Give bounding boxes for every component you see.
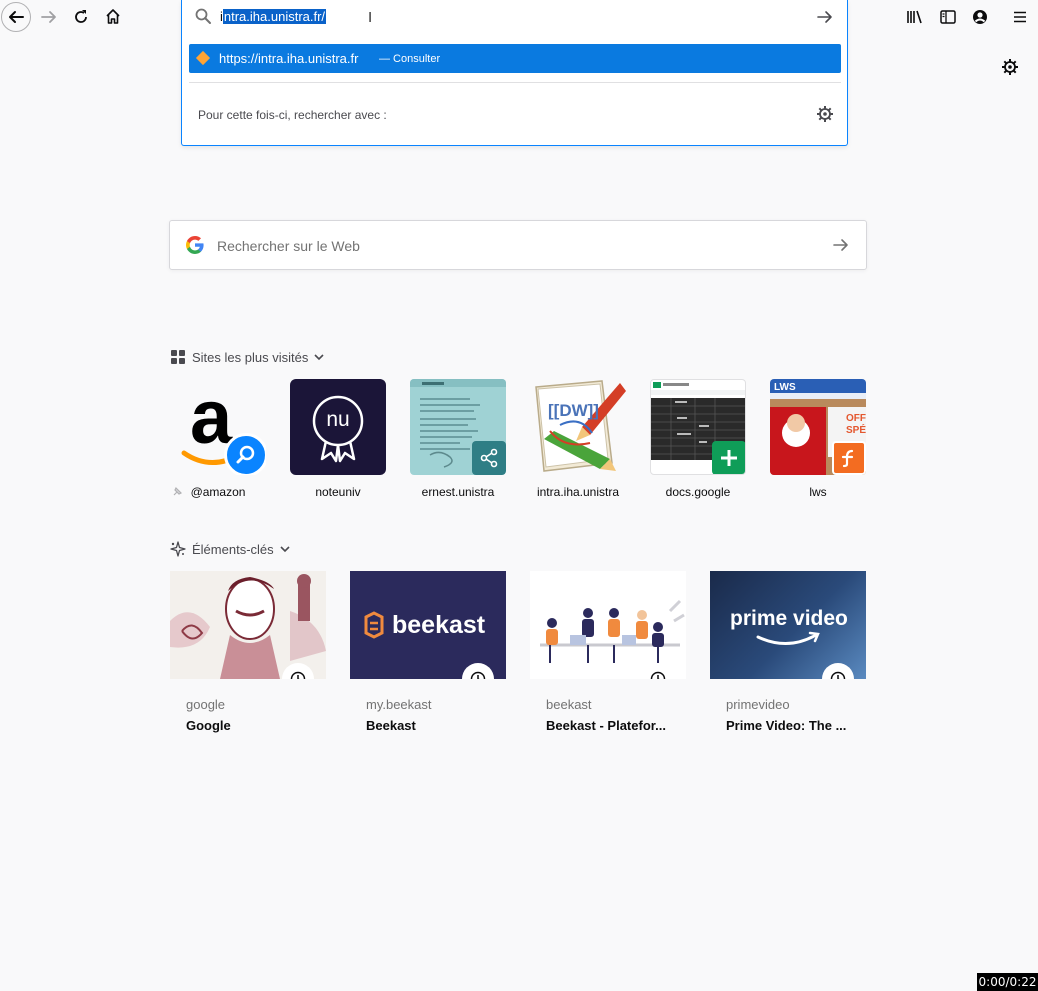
ernest-tile: [410, 379, 506, 475]
prime-video-logo-image: prime video: [710, 571, 866, 679]
card-host: primevideo: [726, 697, 790, 712]
top-site-label: lws: [809, 485, 827, 499]
urlbar-dropdown: intra.iha.unistra.fr/ I https://intra.ih…: [181, 0, 848, 146]
highlight-card-google[interactable]: google Google: [170, 571, 326, 733]
library-button[interactable]: [900, 2, 930, 32]
noteuniv-logo-text: nu: [326, 408, 350, 431]
card-title: Beekast: [366, 718, 416, 733]
highlights-heading[interactable]: Éléments-clés: [170, 540, 290, 558]
ernest-favicon-badge: [472, 441, 506, 475]
dokuwiki-logo-text: [[DW]]: [548, 401, 599, 420]
card-host: my.beekast: [366, 697, 432, 712]
google-doodle-image: [170, 571, 326, 679]
url-selected-text: ntra.iha.unistra.fr/: [222, 9, 327, 24]
site-favicon-icon: [195, 50, 211, 66]
card-title: Prime Video: The ...: [726, 718, 847, 733]
card-title: Google: [186, 718, 231, 733]
reload-button[interactable]: [66, 2, 96, 32]
search-icon: [195, 8, 211, 24]
google-logo-icon: [186, 236, 204, 254]
team-meeting-illustration: [530, 571, 686, 679]
one-off-search-label: Pour cette fois-ci, rechercher avec :: [198, 108, 387, 122]
reload-icon: [75, 10, 87, 23]
chevron-down-icon: [280, 546, 290, 553]
highlight-card-beekast[interactable]: beekast Beekast - Platefor...: [530, 571, 686, 733]
library-icon: [907, 10, 922, 24]
text-cursor-icon: I: [368, 9, 373, 26]
top-sites-heading[interactable]: Sites les plus visités: [170, 348, 324, 366]
top-site-label: noteuniv: [315, 485, 361, 499]
suggestion-url: https://intra.iha.unistra.fr: [219, 51, 359, 66]
chevron-down-icon: [314, 354, 324, 361]
sidebar-icon: [940, 10, 956, 24]
highlight-card-primevideo[interactable]: prime video primevideo Prime Video: The …: [710, 571, 866, 733]
top-site-amazon[interactable]: a @amazon: [170, 379, 266, 499]
web-search-box[interactable]: Rechercher sur le Web: [169, 220, 867, 270]
lws-promo-text: OFFR SPÉC: [846, 413, 866, 436]
top-site-label: intra.iha.unistra: [536, 485, 620, 499]
account-button[interactable]: [965, 2, 995, 32]
forward-button[interactable]: [34, 2, 64, 32]
card-host: google: [186, 697, 226, 712]
search-icon: [236, 445, 255, 464]
go-arrow-icon[interactable]: [816, 8, 834, 26]
beekast-logo-image: beekast: [350, 571, 506, 679]
hamburger-menu-icon: [1014, 11, 1026, 23]
top-site-intra-iha-unistra[interactable]: [[DW]] intra.iha.unistra: [530, 379, 626, 499]
lws-favicon-badge: [832, 441, 866, 475]
share-nodes-icon: [480, 448, 498, 468]
back-arrow-icon: [9, 11, 24, 23]
sheets-favicon-badge: [712, 441, 745, 474]
sparkle-icon: [170, 541, 186, 557]
top-site-label: ernest.unistra: [421, 485, 495, 499]
top-site-lws[interactable]: LWS OFFR SPÉC lws: [770, 379, 866, 499]
amazon-tile: a: [170, 379, 266, 475]
divider: [189, 82, 841, 83]
highlights-title: Éléments-clés: [192, 541, 274, 557]
svg-text:LWS: LWS: [774, 382, 796, 393]
top-site-ernest-unistra[interactable]: ernest.unistra: [410, 379, 506, 499]
top-site-docs-google[interactable]: docs.google: [650, 379, 746, 499]
card-title: Beekast - Platefor...: [546, 718, 666, 733]
top-sites-title: Sites les plus visités: [192, 349, 309, 365]
account-icon: [973, 10, 987, 24]
forward-arrow-icon: [41, 11, 56, 23]
search-shortcut-badge: [224, 433, 266, 475]
grid-icon: [170, 349, 186, 365]
top-site-label: docs.google: [665, 485, 731, 499]
back-button[interactable]: [1, 2, 31, 32]
video-timer: 0:00/0:22: [977, 973, 1038, 991]
page-settings-gear-icon[interactable]: [1001, 58, 1019, 76]
pin-icon: [173, 487, 182, 496]
lws-logo-icon: [841, 449, 854, 468]
url-input[interactable]: intra.iha.unistra.fr/ I: [182, 0, 847, 34]
sidebar-button[interactable]: [933, 2, 963, 32]
highlight-card-my-beekast[interactable]: beekast my.beekast Beekast: [350, 571, 506, 733]
home-icon: [106, 9, 120, 24]
menu-button[interactable]: [1005, 2, 1035, 32]
noteuniv-tile: nu: [290, 379, 386, 475]
top-site-label: @amazon: [190, 485, 246, 499]
url-suggestion[interactable]: https://intra.iha.unistra.fr — Consulter: [189, 44, 841, 73]
dokuwiki-tile: [[DW]]: [530, 379, 626, 475]
card-host: beekast: [546, 697, 592, 712]
top-site-noteuniv[interactable]: nu noteuniv: [290, 379, 386, 499]
suggestion-action: — Consulter: [379, 53, 441, 65]
url-text[interactable]: intra.iha.unistra.fr/: [220, 9, 327, 24]
plus-icon: [721, 450, 737, 466]
lws-tile: LWS OFFR SPÉC: [770, 379, 866, 475]
home-button[interactable]: [98, 2, 128, 32]
search-submit-arrow-icon[interactable]: [832, 236, 850, 254]
search-settings-gear-icon[interactable]: [816, 105, 834, 123]
beekast-logo-text: beekast: [392, 611, 486, 639]
dokuwiki-logo-icon: [535, 380, 626, 472]
sheets-tile: [650, 379, 746, 475]
web-search-placeholder: Rechercher sur le Web: [217, 238, 360, 254]
